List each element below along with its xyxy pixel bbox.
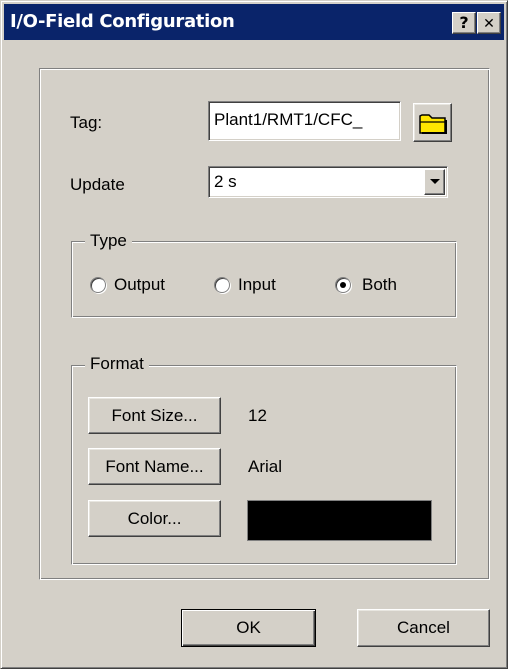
radio-selected-dot	[340, 282, 346, 288]
type-group-label: Type	[85, 231, 132, 251]
folder-icon	[419, 114, 447, 134]
update-dropdown-button[interactable]	[424, 169, 445, 195]
ok-button[interactable]: OK	[181, 609, 316, 647]
tag-input-value: Plant1/RMT1/CFC_	[214, 110, 363, 129]
close-icon: ✕	[483, 16, 495, 32]
close-button[interactable]: ✕	[477, 12, 501, 34]
font-name-button[interactable]: Font Name...	[88, 448, 221, 485]
radio-both[interactable]	[335, 277, 351, 293]
radio-output-label: Output	[114, 275, 166, 294]
tag-label: Tag:	[70, 113, 103, 132]
color-button[interactable]: Color...	[88, 500, 221, 537]
font-size-button[interactable]: Font Size...	[88, 397, 221, 434]
title-bar: I/O-Field Configuration ? ✕	[4, 4, 504, 40]
update-select-value: 2 s	[214, 172, 237, 191]
font-size-value: 12	[248, 406, 267, 425]
radio-both-label: Both	[362, 275, 397, 294]
cancel-button[interactable]: Cancel	[357, 609, 490, 647]
radio-input-label: Input	[238, 275, 276, 294]
window-title: I/O-Field Configuration	[10, 11, 235, 32]
browse-tag-button[interactable]	[413, 103, 452, 142]
help-button[interactable]: ?	[452, 12, 476, 34]
radio-output[interactable]	[90, 277, 106, 293]
update-label: Update	[70, 175, 125, 194]
tag-input[interactable]: Plant1/RMT1/CFC_	[208, 101, 401, 141]
color-swatch	[247, 500, 432, 541]
format-group-label: Format	[85, 354, 149, 374]
chevron-down-icon	[430, 179, 440, 184]
io-field-configuration-dialog: I/O-Field Configuration ? ✕ Tag: Plant1/…	[0, 0, 508, 669]
font-name-value: Arial	[248, 457, 283, 476]
help-icon: ?	[459, 13, 469, 32]
update-select[interactable]: 2 s	[208, 166, 448, 198]
radio-input[interactable]	[214, 277, 230, 293]
